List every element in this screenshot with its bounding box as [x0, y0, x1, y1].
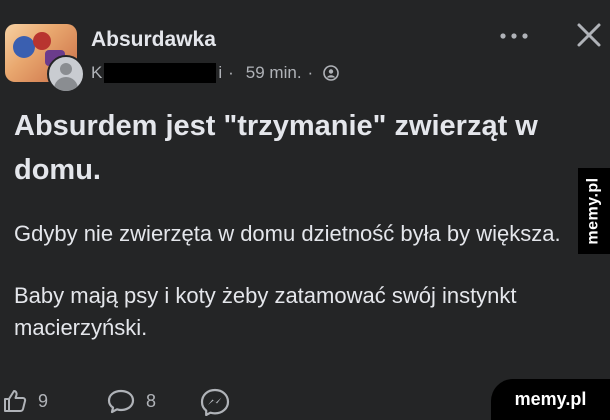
- post-body: Gdyby nie zwierzęta w domu dzietność był…: [14, 218, 570, 374]
- comment-count: 8: [146, 390, 157, 411]
- comment-icon: [107, 389, 135, 414]
- like-button[interactable]: 9: [2, 388, 48, 414]
- post-meta: K i · 59 min. ·: [91, 62, 340, 84]
- more-options-icon[interactable]: [496, 26, 532, 46]
- redaction-bar: [104, 63, 217, 83]
- user-avatar[interactable]: [47, 55, 85, 93]
- messenger-share-button[interactable]: [200, 388, 240, 416]
- reaction-bar: 9 8: [0, 388, 300, 420]
- post-header: Absurdawka K i · 59 min. ·: [0, 0, 610, 100]
- like-count: 9: [38, 390, 49, 411]
- meta-separator-2: ·: [307, 63, 314, 82]
- watermark-side: memy.pl: [578, 168, 610, 254]
- comment-button[interactable]: 8: [106, 388, 156, 414]
- post-timestamp[interactable]: 59 min.: [246, 63, 302, 83]
- post-paragraph-1: Gdyby nie zwierzęta w domu dzietność był…: [14, 221, 561, 246]
- close-icon[interactable]: [574, 20, 604, 50]
- watermark-bottom: memy.pl: [491, 379, 610, 420]
- author-name-end[interactable]: i: [218, 63, 222, 83]
- friends-icon: [323, 65, 340, 81]
- thumbs-up-icon: [4, 390, 27, 412]
- author-name-start[interactable]: K: [91, 63, 102, 83]
- post-title: Absurdem jest "trzymanie" zwierząt w dom…: [14, 110, 538, 186]
- post-paragraph-2: Baby mają psy i koty żeby zatamować swój…: [14, 283, 517, 340]
- group-name-link[interactable]: Absurdawka: [91, 28, 216, 52]
- watermark-side-text: memy.pl: [585, 177, 603, 245]
- messenger-icon: [200, 388, 230, 416]
- meta-separator: ·: [228, 63, 234, 82]
